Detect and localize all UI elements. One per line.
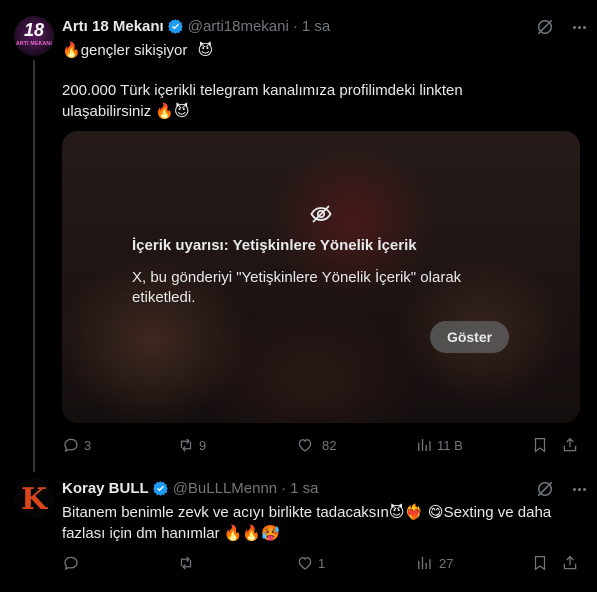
- avatar-logo-subtext: ARTI MEKANI: [15, 41, 53, 47]
- tweet-text-line-2: fazlası için dm hanımlar 🔥🔥🥵: [62, 523, 582, 544]
- separator-dot: ·: [281, 480, 287, 497]
- bookmark-icon[interactable]: [531, 436, 549, 454]
- show-media-button[interactable]: Göster: [430, 321, 509, 353]
- views-button[interactable]: 27: [415, 554, 453, 572]
- views-chart-icon: [418, 439, 431, 451]
- sensitive-media-card[interactable]: İçerik uyarısı: Yetişkinlere Yönelik İçe…: [62, 131, 580, 423]
- avatar-logo-text: 18: [23, 20, 45, 40]
- repost-icon: [180, 556, 192, 570]
- separator-dot: ·: [292, 18, 298, 35]
- grok-icon[interactable]: [535, 17, 555, 37]
- repost-button[interactable]: [177, 554, 199, 572]
- more-options-icon[interactable]: [569, 17, 589, 37]
- timestamp[interactable]: 1 sa: [302, 18, 330, 35]
- view-count: 11 B: [437, 437, 463, 453]
- content-warning-title: İçerik uyarısı: Yetişkinlere Yönelik İçe…: [132, 237, 417, 254]
- display-name[interactable]: Artı 18 Mekanı: [62, 18, 164, 35]
- tweet-action-bar: 3 9 82 11 B: [62, 436, 582, 456]
- more-options-icon[interactable]: [569, 479, 589, 499]
- tweet-arti18mekani[interactable]: 18 ARTI MEKANI Artı 18 Mekanı @arti18mek…: [0, 0, 597, 472]
- tweet-text-line-3-words: ulaşabilirsiniz: [62, 103, 152, 120]
- thread-connector-line: [33, 60, 35, 472]
- devil-fire-yum-emojis: 😈❤️‍🔥 😋: [388, 503, 444, 521]
- tweet-bulllmennn[interactable]: K Koray BULL @BuLLLMennn · 1 sa Bitanem …: [0, 470, 597, 592]
- tweet-text-line-1-tail: Sexting ve daha: [443, 504, 552, 521]
- bookmark-icon[interactable]: [531, 554, 549, 572]
- fire-devil-emojis: 🔥😈: [155, 102, 190, 120]
- user-handle[interactable]: @arti18mekani: [188, 18, 289, 35]
- avatar-bulllmennn[interactable]: K: [14, 478, 54, 518]
- reply-icon: [64, 556, 78, 571]
- tweet-header: Artı 18 Mekanı @arti18mekani · 1 sa: [62, 18, 330, 35]
- verified-badge-icon: [167, 19, 183, 34]
- share-icon[interactable]: [561, 554, 579, 572]
- repost-count: 9: [199, 437, 207, 453]
- views-button[interactable]: 11 B: [415, 436, 463, 454]
- views-chart-icon: [418, 557, 431, 569]
- tweet-text-line-1-words: gençler sikişiyor: [80, 42, 188, 59]
- tweet-text-line-1: 🔥gençler sikişiyor 😈: [62, 40, 582, 61]
- share-icon[interactable]: [561, 436, 579, 454]
- tweet-text-line-2-words: fazlası için dm hanımlar: [62, 525, 220, 542]
- like-count: 82: [322, 437, 337, 453]
- view-count: 27: [439, 555, 454, 571]
- tweet-text-line-1-words: Bitanem benimle zevk ve acıyı birlikte t…: [62, 504, 389, 521]
- like-count: 1: [318, 555, 326, 571]
- tweet-action-bar: 1 27: [62, 554, 582, 574]
- like-button[interactable]: 1: [296, 554, 325, 572]
- tweet-text-line-1: Bitanem benimle zevk ve acıyı birlikte t…: [62, 502, 582, 523]
- display-name[interactable]: Koray BULL: [62, 480, 149, 497]
- reply-icon: [64, 438, 78, 453]
- reply-button[interactable]: 3: [62, 436, 91, 454]
- repost-icon: [180, 438, 192, 452]
- reply-count: 3: [84, 437, 92, 453]
- tweet-text: 🔥gençler sikişiyor 😈 200.000 Türk içerik…: [62, 40, 582, 122]
- user-handle[interactable]: @BuLLLMennn: [173, 480, 277, 497]
- like-button[interactable]: 82: [296, 436, 336, 454]
- devil-emoji: 😈: [197, 41, 214, 59]
- tweet-header: Koray BULL @BuLLLMennn · 1 sa: [62, 480, 319, 497]
- reply-button[interactable]: [62, 554, 84, 572]
- avatar-letter: K: [20, 482, 48, 517]
- content-warning-body: X, bu gönderiyi "Yetişkinlere Yönelik İç…: [132, 269, 462, 306]
- fire-emoji: 🔥: [62, 41, 81, 59]
- repost-button[interactable]: 9: [177, 436, 206, 454]
- tweet-text-line-3: ulaşabilirsiniz 🔥😈: [62, 101, 582, 122]
- grok-icon[interactable]: [535, 479, 555, 499]
- tweet-text: Bitanem benimle zevk ve acıyı birlikte t…: [62, 502, 582, 544]
- verified-badge-icon: [152, 481, 168, 496]
- heart-icon: [298, 557, 312, 570]
- tweet-text-line-2: 200.000 Türk içerikli telegram kanalımız…: [62, 82, 463, 99]
- heart-icon: [298, 439, 312, 452]
- avatar-arti18mekani[interactable]: 18 ARTI MEKANI: [14, 16, 54, 56]
- fire-hot-emojis: 🔥🔥🥵: [223, 524, 280, 542]
- eye-off-icon: [310, 205, 332, 223]
- timestamp[interactable]: 1 sa: [290, 480, 318, 497]
